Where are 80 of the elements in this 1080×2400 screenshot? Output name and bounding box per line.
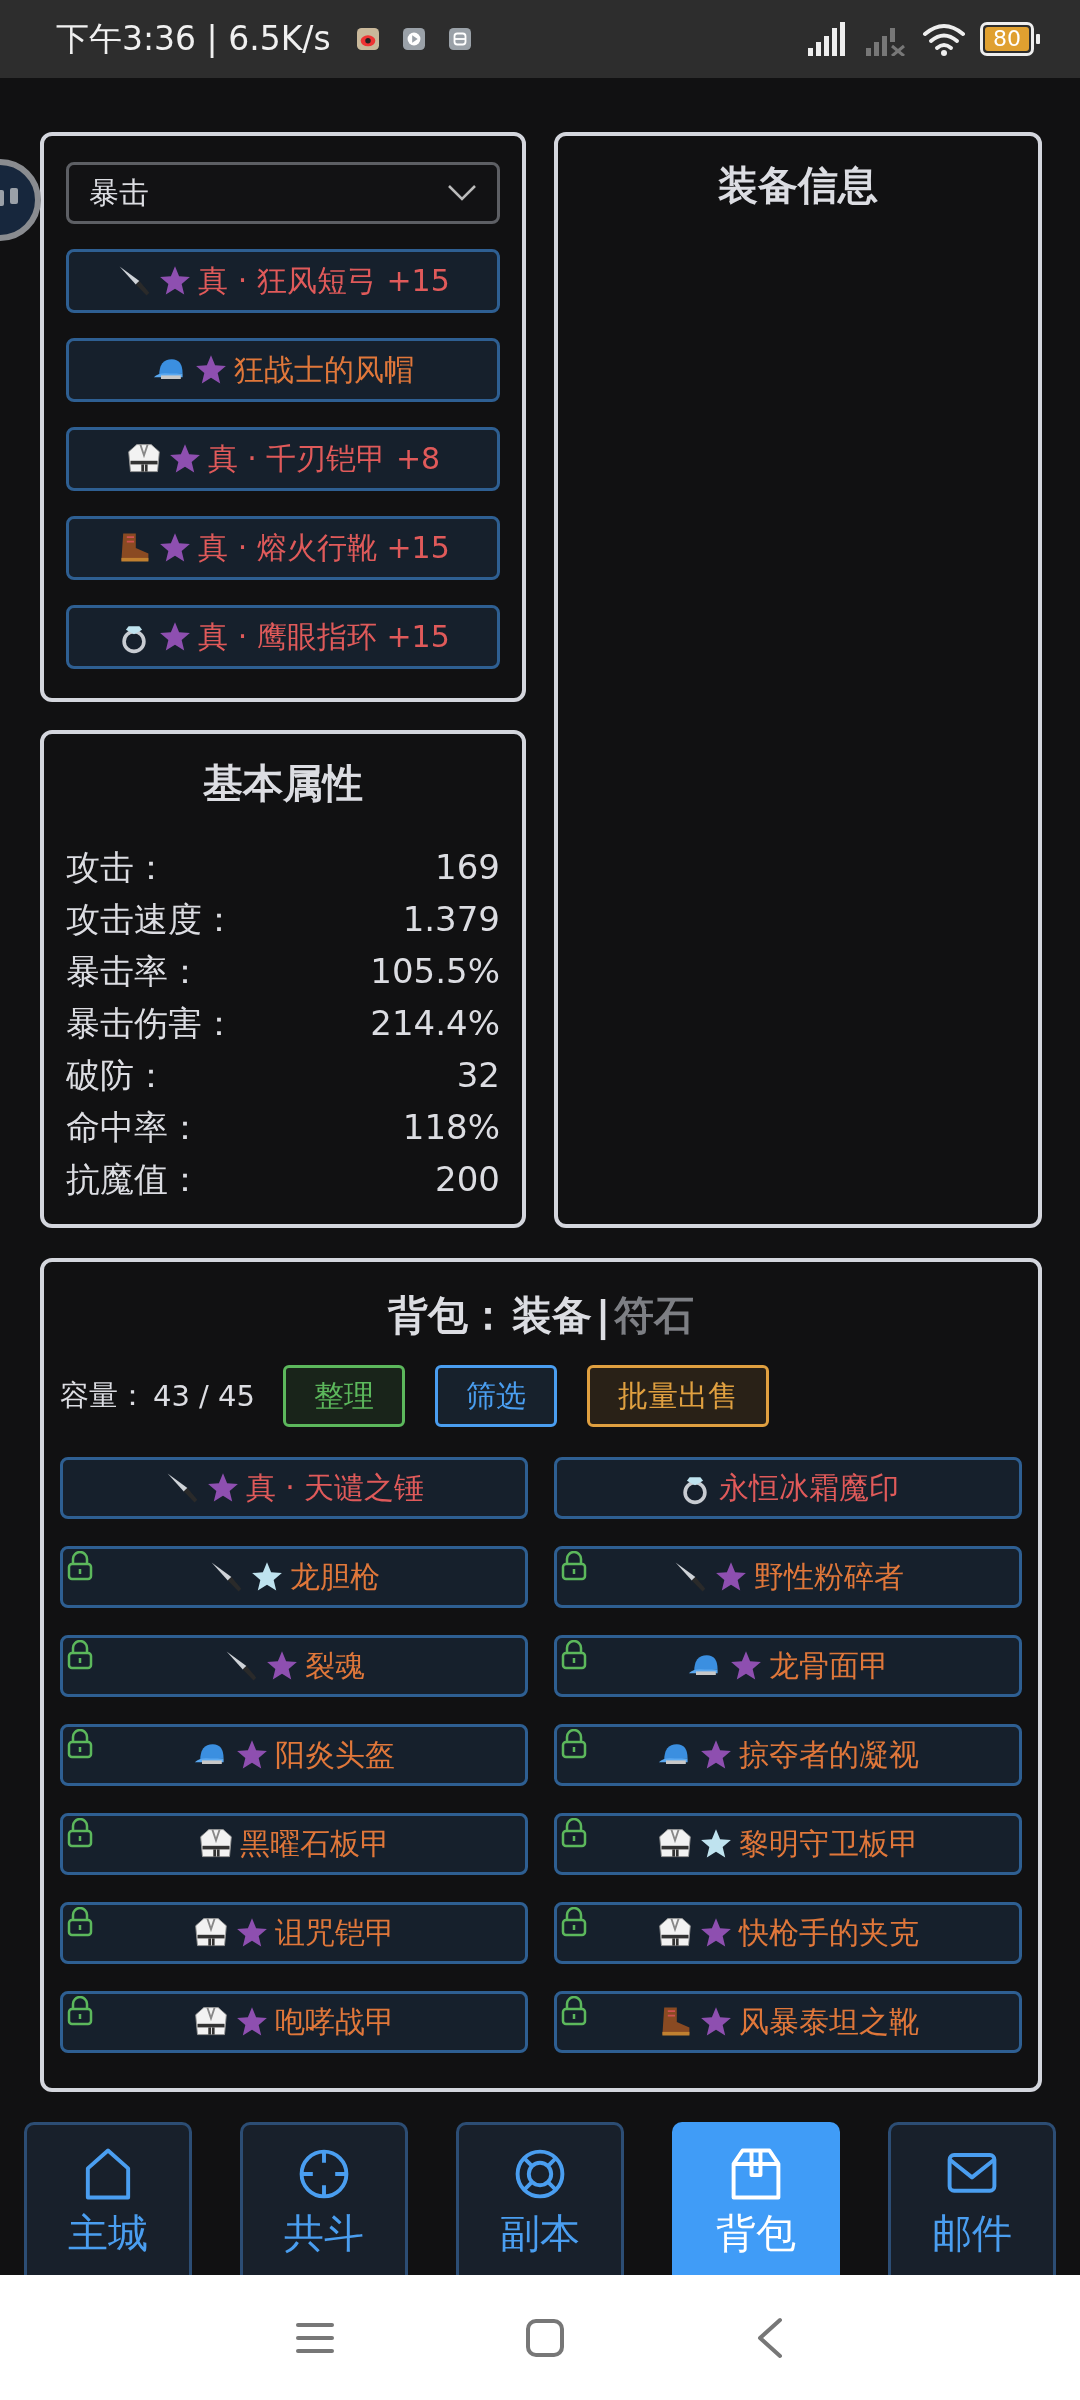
inventory-item[interactable]: 掠夺者的凝视	[554, 1724, 1022, 1786]
stat-value: 32	[456, 1054, 500, 1097]
nav-tab[interactable]: 共斗	[240, 2122, 408, 2275]
inventory-item[interactable]: 快枪手的夹克	[554, 1902, 1022, 1964]
home-icon[interactable]	[525, 2317, 565, 2358]
inventory-item[interactable]: 阳炎头盔	[60, 1724, 528, 1786]
item-name: 黎明守卫板甲	[739, 1824, 919, 1863]
item-name: 咆哮战甲	[275, 2002, 395, 2041]
menu-icon[interactable]	[295, 2320, 335, 2355]
item-name: 真 · 鹰眼指环 +15	[198, 617, 450, 656]
capacity-label: 容量：	[60, 1377, 147, 1414]
inventory-item[interactable]: 野性粉碎者	[554, 1546, 1022, 1608]
inventory-item[interactable]: 裂魂	[60, 1635, 528, 1697]
item-name: 阳炎头盔	[275, 1735, 395, 1774]
item-name: 真 · 天谴之锤	[245, 1468, 425, 1507]
stat-label: 攻击速度：	[66, 898, 236, 941]
item-name: 黑曜石板甲	[240, 1824, 390, 1863]
stat-label: 命中率：	[66, 1106, 202, 1149]
tab-separator: |	[595, 1292, 611, 1339]
inventory-item[interactable]: 黎明守卫板甲	[554, 1813, 1022, 1875]
eye-app-icon	[356, 28, 379, 50]
item-name: 永恒冰霜魔印	[719, 1468, 899, 1507]
equipment-slot[interactable]: 狂战士的风帽	[66, 338, 500, 402]
battery-level: 80	[985, 27, 1029, 51]
panel-title: 基本属性	[202, 759, 364, 808]
chevron-down-icon	[447, 184, 477, 202]
stat-label: 攻击：	[66, 846, 168, 889]
action-button[interactable]: 筛选	[435, 1365, 557, 1427]
inventory-item[interactable]: 龙骨面甲	[554, 1635, 1022, 1697]
bag-tab[interactable]: 装备	[511, 1288, 592, 1343]
item-name: 野性粉碎者	[754, 1557, 904, 1596]
inventory-item[interactable]: 龙胆枪	[60, 1546, 528, 1608]
inventory-item[interactable]: 风暴泰坦之靴	[554, 1991, 1022, 2053]
stat-value: 118%	[402, 1106, 500, 1149]
item-name: 龙胆枪	[290, 1557, 380, 1596]
equipment-slot[interactable]: 真 · 千刃铠甲 +8	[66, 427, 500, 491]
bag-tab[interactable]: 符石	[614, 1288, 695, 1343]
item-name: 真 · 千刃铠甲 +8	[207, 439, 441, 478]
stat-value: 214.4%	[370, 1002, 500, 1045]
item-name: 裂魂	[305, 1646, 365, 1685]
stat-value: 1.379	[402, 898, 500, 941]
nav-tab[interactable]: 副本	[456, 2122, 624, 2275]
inventory-item[interactable]: 黑曜石板甲	[60, 1813, 528, 1875]
item-name: 风暴泰坦之靴	[739, 2002, 919, 2041]
panel-title: 装备信息	[717, 161, 879, 210]
inventory-item[interactable]: 永恒冰霜魔印	[554, 1457, 1022, 1519]
action-button[interactable]: 批量出售	[587, 1365, 769, 1427]
item-name: 真 · 熔火行靴 +15	[198, 528, 450, 567]
stat-label: 暴击伤害：	[66, 1002, 236, 1045]
stat-label: 破防：	[66, 1054, 168, 1097]
wifi-icon	[922, 22, 966, 56]
item-name: 真 · 狂风短弓 +15	[198, 261, 450, 300]
status-time: 下午3:36 | 6.5K/s	[56, 17, 331, 60]
nav-tab[interactable]: 背包	[672, 2122, 840, 2275]
stat-value: 200	[435, 1158, 500, 1201]
stat-label: 抗魔值：	[66, 1158, 202, 1201]
play-app-icon	[402, 28, 425, 50]
nav-tab[interactable]: 主城	[24, 2122, 192, 2275]
stat-value: 105.5%	[370, 950, 500, 993]
item-name: 狂战士的风帽	[234, 350, 414, 389]
inventory-item[interactable]: 诅咒铠甲	[60, 1902, 528, 1964]
item-name: 快枪手的夹克	[739, 1913, 919, 1952]
sync-app-icon	[448, 28, 471, 50]
back-icon[interactable]	[755, 2316, 785, 2359]
stat-dropdown[interactable]: 暴击	[66, 162, 500, 224]
equipment-slot[interactable]: 真 · 狂风短弓 +15	[66, 249, 500, 313]
inventory-item[interactable]: 咆哮战甲	[60, 1991, 528, 2053]
capacity-count: 43 / 45	[153, 1379, 255, 1413]
item-name: 掠夺者的凝视	[739, 1735, 919, 1774]
item-name: 龙骨面甲	[769, 1646, 889, 1685]
stat-value: 169	[435, 846, 500, 889]
equipment-slot[interactable]: 真 · 熔火行靴 +15	[66, 516, 500, 580]
action-button[interactable]: 整理	[283, 1365, 405, 1427]
dropdown-value: 暴击	[89, 173, 150, 212]
inventory-item[interactable]: 真 · 天谴之锤	[60, 1457, 528, 1519]
bag-title: 背包：	[387, 1291, 508, 1340]
stat-label: 暴击率：	[66, 950, 202, 993]
equipment-slot[interactable]: 真 · 鹰眼指环 +15	[66, 605, 500, 669]
nav-tab[interactable]: 邮件	[888, 2122, 1056, 2275]
item-name: 诅咒铠甲	[275, 1913, 395, 1952]
